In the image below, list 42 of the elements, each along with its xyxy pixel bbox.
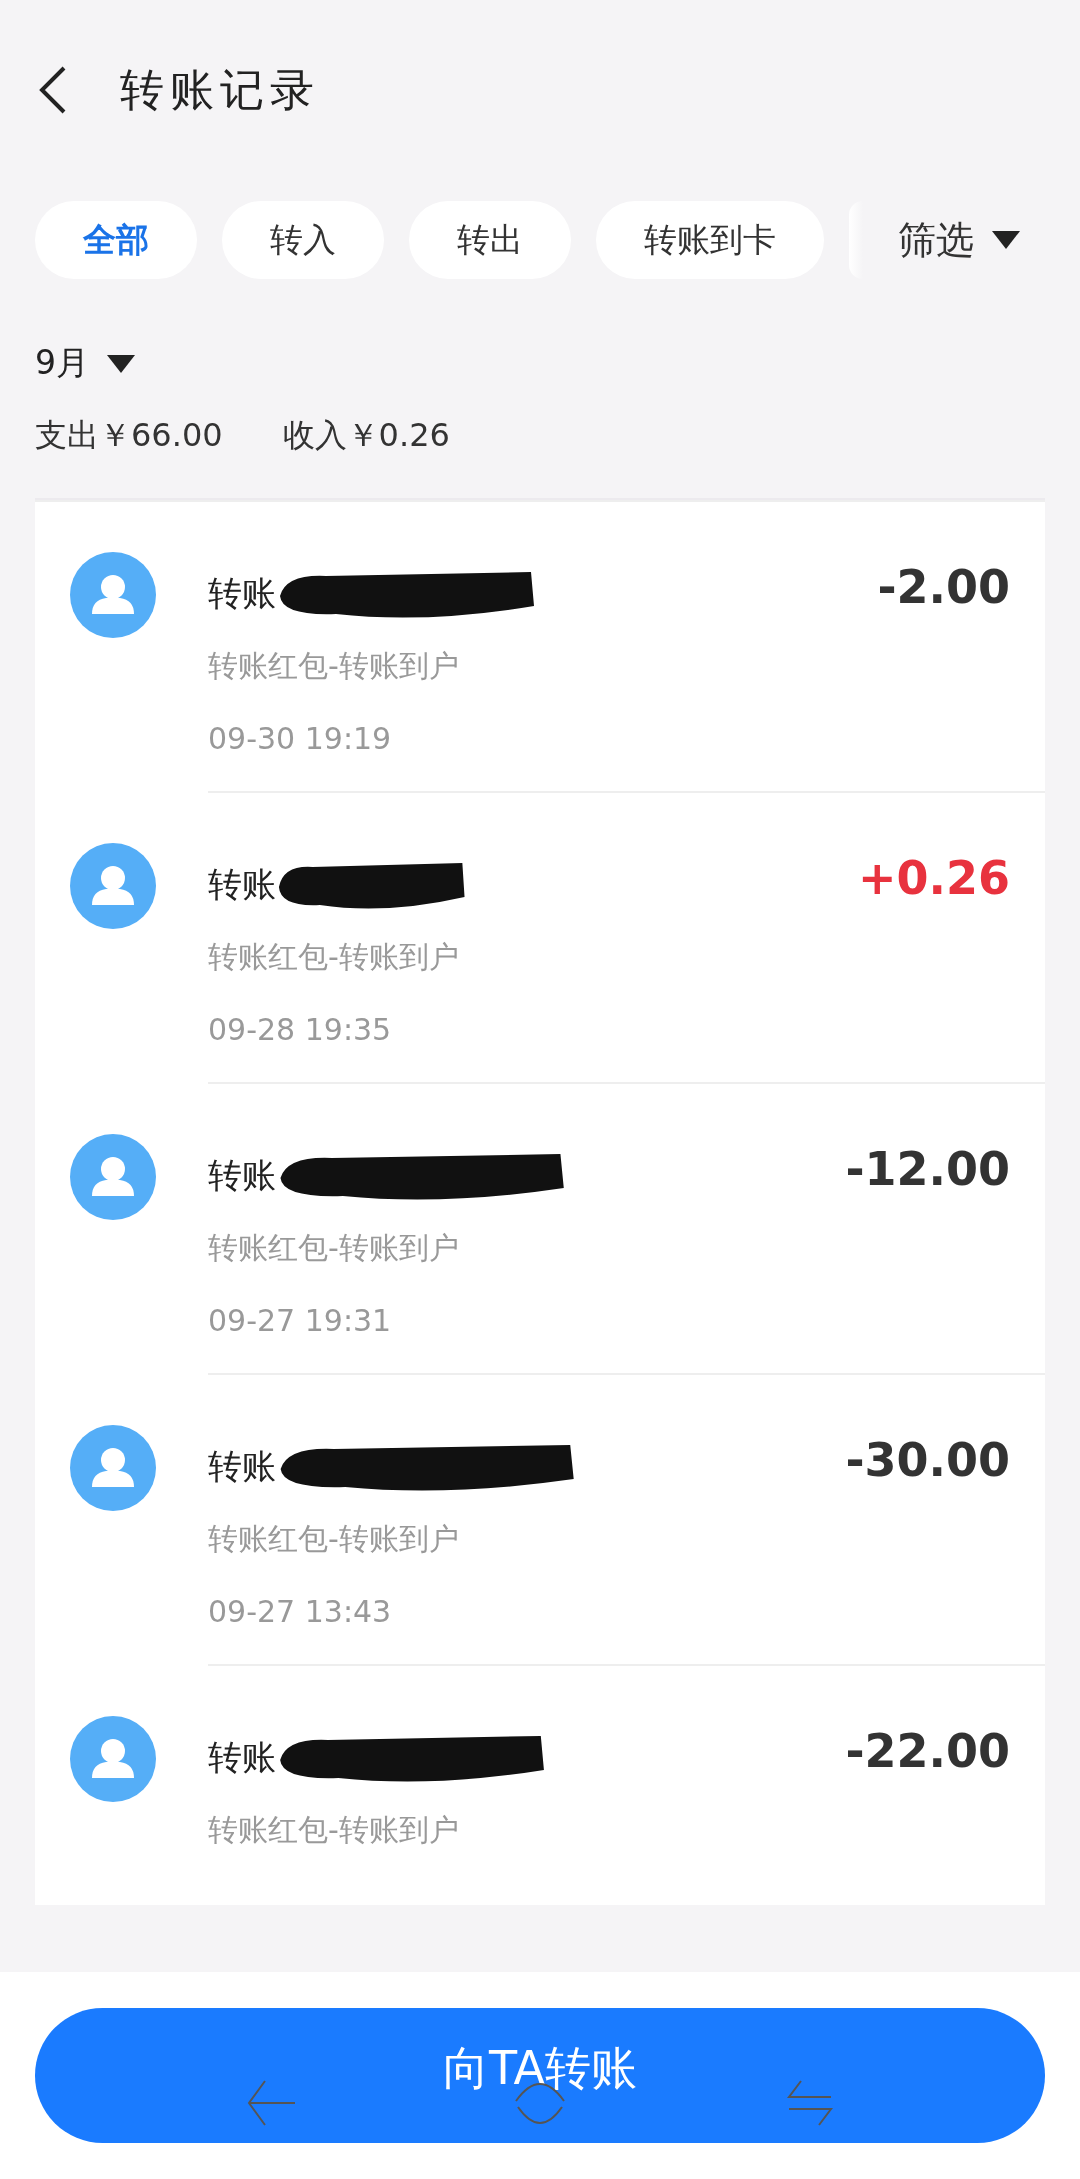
filter-tab[interactable]: 转出: [409, 201, 571, 279]
transfer-record[interactable]: 转账 转账红包-转账到户 09-28 19:35 +0.26: [35, 793, 1045, 1084]
avatar-icon: [70, 1134, 156, 1220]
record-title: 转账: [208, 1736, 276, 1779]
record-time: 09-30 19:19: [208, 721, 393, 756]
page-title: 转账记录: [120, 62, 320, 117]
transfer-record[interactable]: 转账 转账红包-转账到户 09-30 19:19 -2.00: [35, 502, 1045, 793]
record-type: 转账红包-转账到户: [208, 1811, 460, 1849]
dropdown-caret-icon: [107, 354, 135, 373]
dropdown-caret-icon: [992, 231, 1020, 249]
record-type: 转账红包-转账到户: [208, 1229, 460, 1267]
record-title: 转账: [208, 863, 276, 906]
avatar-icon: [70, 843, 156, 929]
record-time: 09-28 19:35: [208, 1012, 393, 1047]
filter-tab[interactable]: 全部: [35, 201, 197, 279]
record-title: 转账: [208, 1445, 276, 1488]
record-type: 转账红包-转账到户: [208, 938, 460, 976]
income-total: 收入￥0.26: [282, 415, 450, 456]
transfer-record[interactable]: 转账 转账红包-转账到户 09-27 19:31 -12.00: [35, 1084, 1045, 1375]
record-time: 09-27 13:43: [208, 1594, 393, 1629]
avatar-icon: [70, 552, 156, 638]
record-amount: -2.00: [877, 560, 1010, 614]
record-type: 转账红包-转账到户: [208, 647, 460, 685]
month-selector[interactable]: 9月: [35, 341, 135, 386]
record-amount: -30.00: [845, 1433, 1010, 1487]
transfer-record[interactable]: 转账 转账红包-转账到户 09-27 13:43 -30.00: [35, 1375, 1045, 1666]
expense-total: 支出￥66.00: [35, 415, 223, 456]
filter-tab[interactable]: 转账到卡: [596, 201, 824, 279]
filter-dropdown[interactable]: 筛选: [888, 214, 1020, 266]
record-amount: -12.00: [845, 1142, 1010, 1196]
transfer-record[interactable]: 转账 转账红包-转账到户 -22.00: [35, 1666, 1045, 1905]
record-time: 09-27 19:31: [208, 1303, 393, 1338]
avatar-icon: [70, 1425, 156, 1511]
record-amount: +0.26: [857, 851, 1010, 905]
transfer-button[interactable]: 向TA转账: [35, 2008, 1045, 2143]
record-type: 转账红包-转账到户: [208, 1520, 460, 1558]
back-icon[interactable]: [38, 65, 68, 115]
record-title: 转账: [208, 572, 276, 615]
record-amount: -22.00: [845, 1724, 1010, 1778]
avatar-icon: [70, 1716, 156, 1802]
filter-tab[interactable]: 转入: [222, 201, 384, 279]
record-title: 转账: [208, 1154, 276, 1197]
